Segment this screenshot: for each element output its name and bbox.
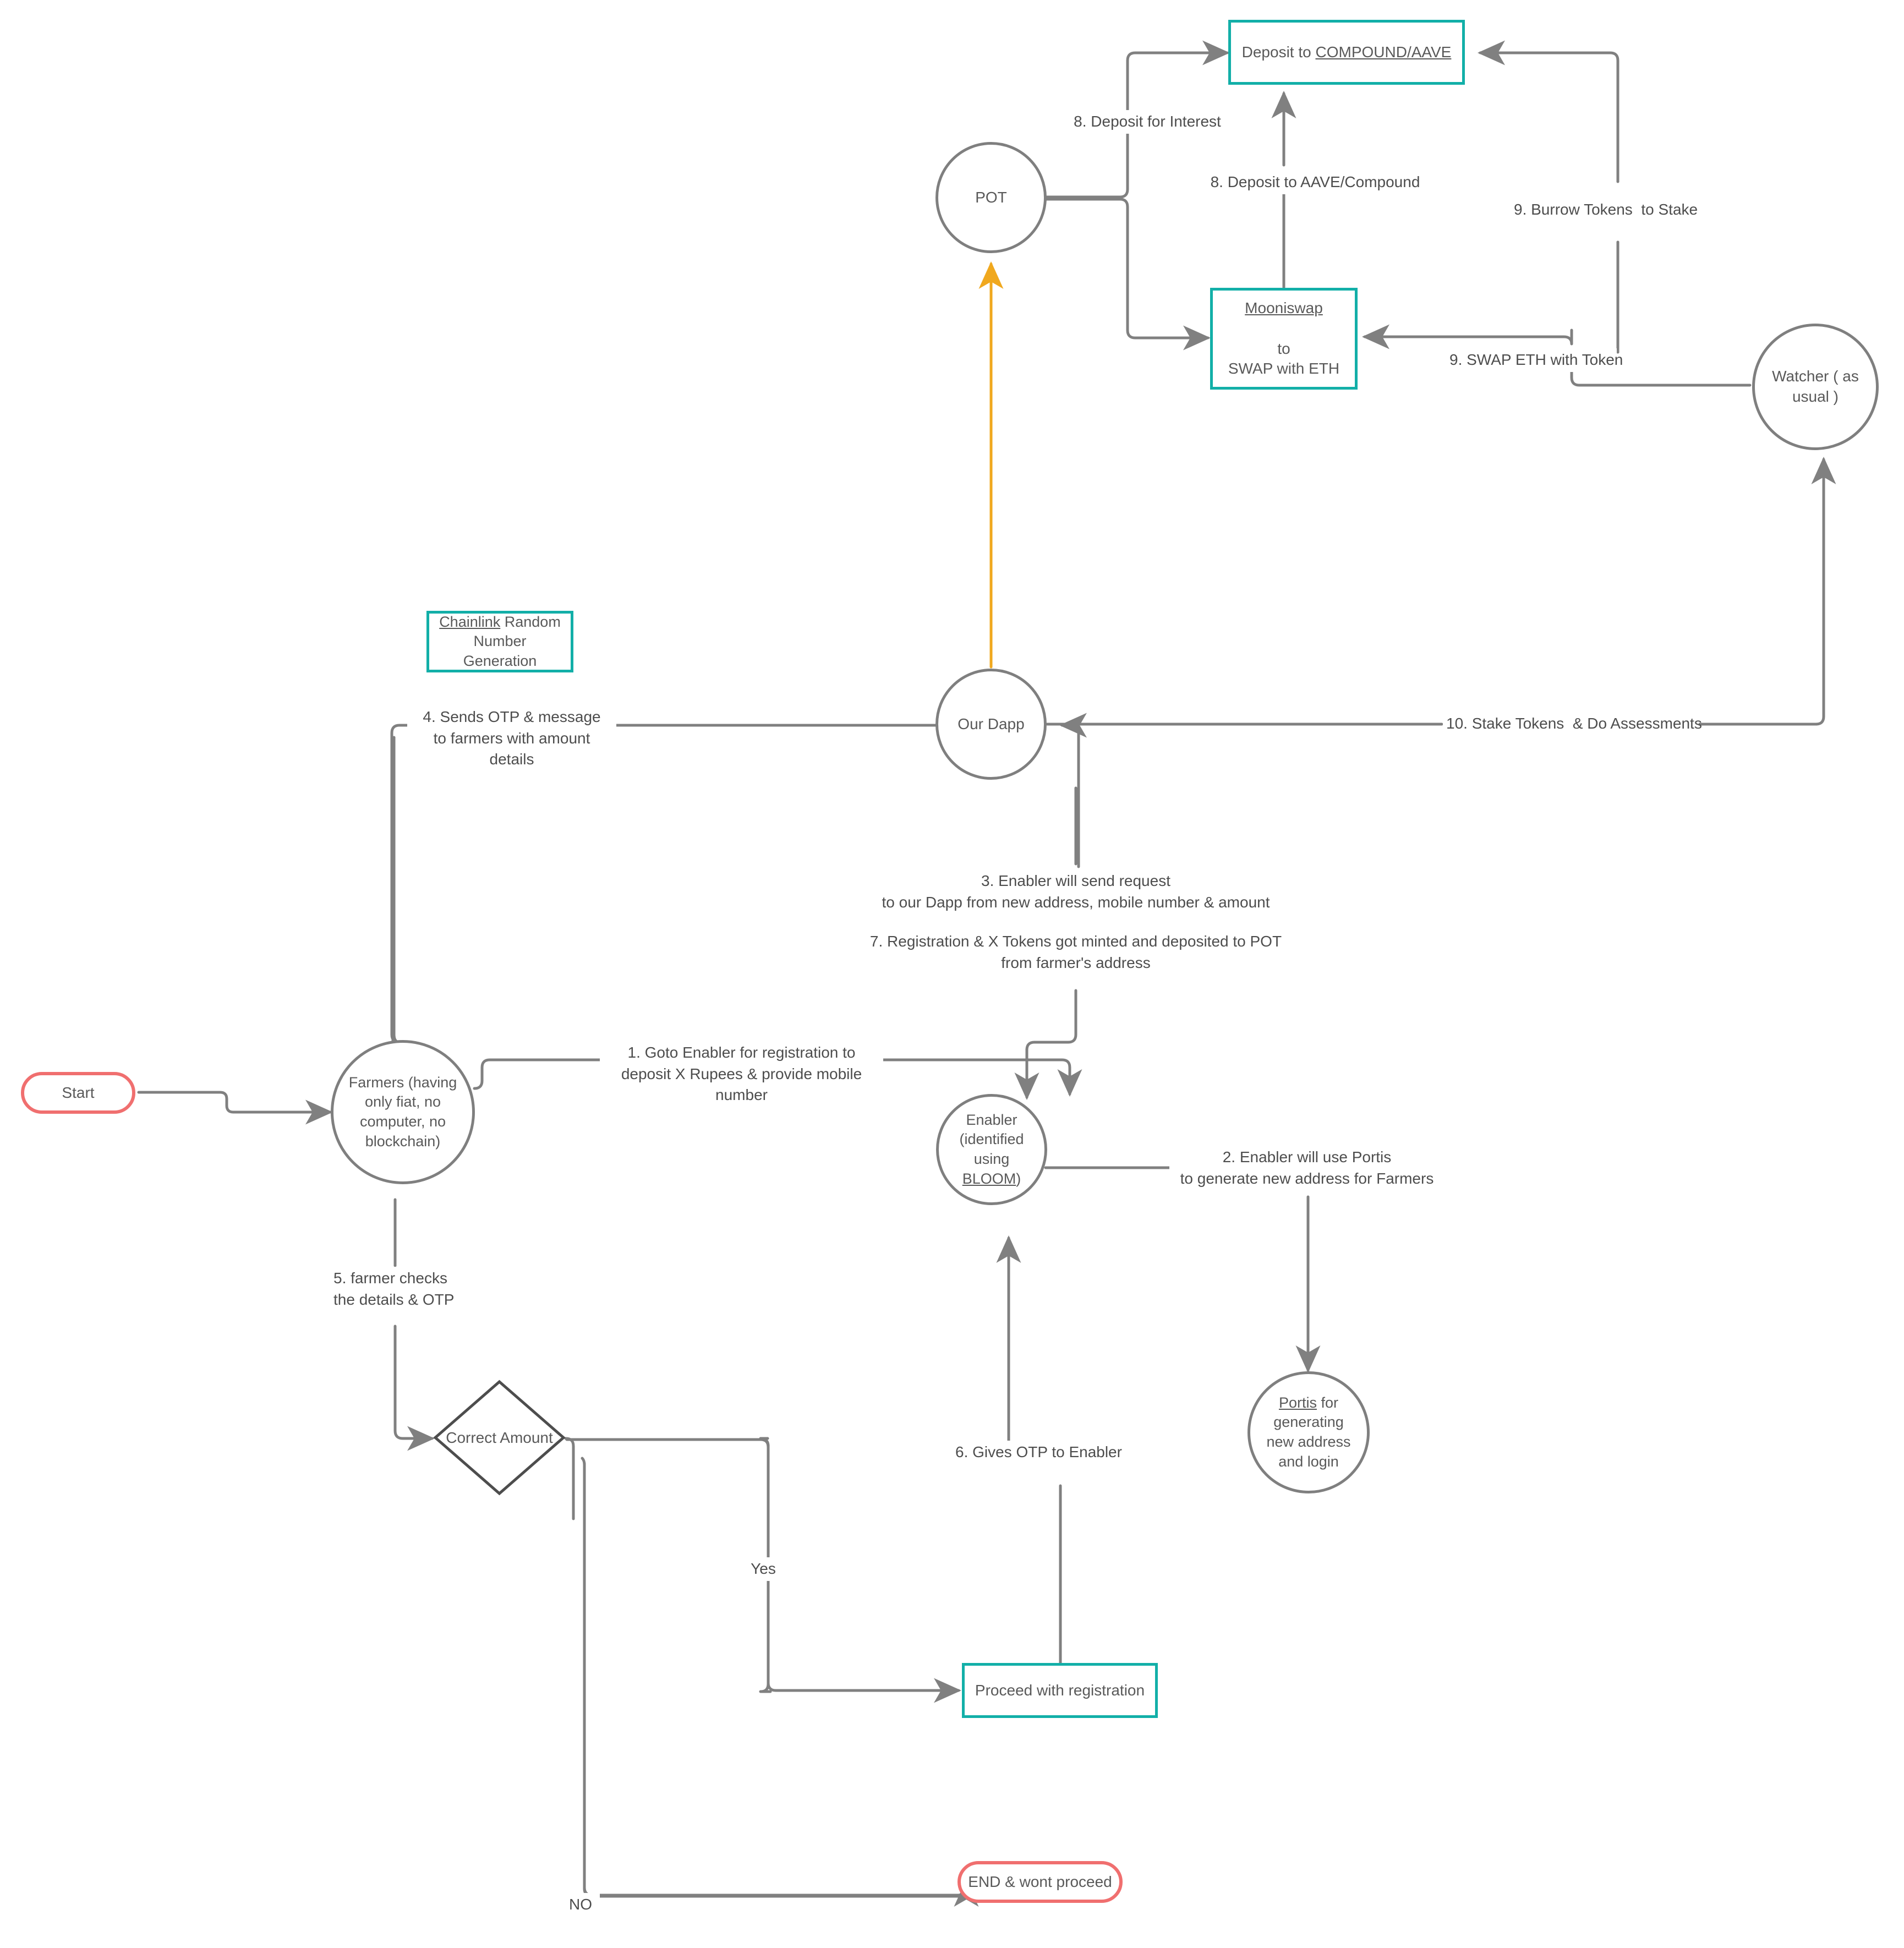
edge-label-step-1-goto-enabler: 1. Goto Enabler for registration to depo…: [600, 1041, 883, 1107]
edge-label-step-6-gives-otp: 6. Gives OTP to Enabler: [952, 1441, 1122, 1464]
node-pot-label: POT: [975, 188, 1007, 206]
node-mooniswap[interactable]: Mooniswap to SWAP with ETH: [1210, 288, 1358, 390]
node-portis[interactable]: Portis for generating new address and lo…: [1248, 1371, 1370, 1493]
node-start[interactable]: Start: [21, 1072, 135, 1114]
node-correct-amount[interactable]: Correct Amount: [432, 1378, 567, 1497]
node-our-dapp[interactable]: Our Dapp: [935, 669, 1047, 780]
node-enabler-line3-post: ): [1016, 1170, 1021, 1187]
edge-label-step-7-registration-tokens: 7. Registration & X Tokens got minted an…: [836, 930, 1315, 975]
node-deposit-compound-aave[interactable]: Deposit to COMPOUND/AAVE: [1228, 20, 1465, 85]
edge-label-step-8-deposit-for-interest: 8. Deposit for Interest: [1068, 110, 1227, 134]
node-enabler-line1: Enabler: [966, 1111, 1017, 1128]
edge-label-step-4-sends-otp: 4. Sends OTP & message to farmers with a…: [407, 705, 616, 771]
edge-label-step-9-swap-eth-with-token: 9. SWAP ETH with Token: [1446, 348, 1623, 372]
node-proceed-registration-label: Proceed with registration: [975, 1681, 1145, 1699]
node-end-label: END & wont proceed: [968, 1873, 1112, 1890]
node-watcher[interactable]: Watcher ( as usual ): [1752, 324, 1879, 450]
edge-label-no: NO: [561, 1893, 600, 1917]
node-end[interactable]: END & wont proceed: [958, 1861, 1123, 1903]
edge-label-step-8-deposit-to-aave-compound: 8. Deposit to AAVE/Compound: [1205, 171, 1425, 194]
node-mooniswap-link: Mooniswap: [1245, 299, 1323, 316]
node-mooniswap-rest: to SWAP with ETH: [1228, 340, 1340, 377]
node-enabler-line2: (identified: [959, 1131, 1024, 1148]
edge-label-step-5-farmer-checks: 5. farmer checks the details & OTP: [330, 1267, 476, 1312]
node-chainlink-link: Chainlink: [439, 613, 501, 630]
edge-label-step-10-stake-tokens: 10. Stake Tokens & Do Assessments: [1443, 712, 1702, 736]
edge-label-step-9-burrow-tokens-to-stake: 9. Burrow Tokens to Stake: [1511, 198, 1698, 222]
node-deposit-compound-aave-prefix: Deposit to: [1241, 43, 1316, 61]
node-enabler-line3-pre: using: [973, 1151, 1010, 1167]
node-our-dapp-label: Our Dapp: [958, 715, 1025, 732]
node-chainlink[interactable]: Chainlink Random Number Generation: [426, 611, 573, 672]
node-deposit-compound-aave-link: COMPOUND/AAVE: [1315, 43, 1452, 61]
edge-label-yes: Yes: [744, 1557, 783, 1581]
node-portis-link: Portis: [1278, 1394, 1317, 1411]
node-pot[interactable]: POT: [935, 142, 1047, 253]
edge-label-step-2-enabler-portis: 2. Enabler will use Portis to generate n…: [1169, 1146, 1445, 1191]
node-farmers[interactable]: Farmers (having only fiat, no computer, …: [331, 1040, 475, 1184]
node-proceed-registration[interactable]: Proceed with registration: [962, 1663, 1158, 1718]
flowchart-canvas: POT Deposit to COMPOUND/AAVE Mooniswap t…: [0, 0, 1904, 1948]
node-enabler-bloom-link: BLOOM: [962, 1170, 1016, 1187]
node-start-label: Start: [62, 1084, 95, 1101]
node-correct-amount-label: Correct Amount: [446, 1429, 553, 1446]
node-farmers-label: Farmers (having only fiat, no computer, …: [348, 1074, 457, 1150]
node-enabler[interactable]: Enabler (identified using BLOOM): [936, 1094, 1047, 1205]
edge-label-step-3-enabler-request: 3. Enabler will send request to our Dapp…: [836, 869, 1315, 915]
node-watcher-label: Watcher ( as usual ): [1772, 368, 1859, 405]
